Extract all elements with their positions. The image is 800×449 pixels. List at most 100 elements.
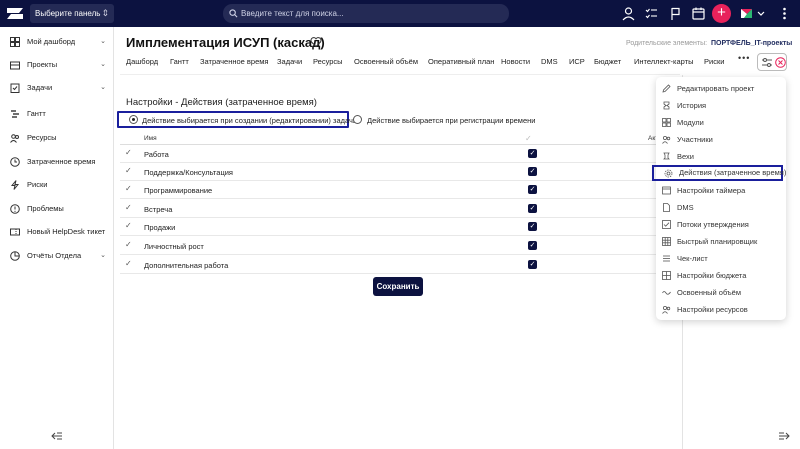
parent-elements-link[interactable]: ПОРТФЕЛЬ_IT-проекты	[711, 40, 792, 47]
tab-operational-plan[interactable]: Оперативный план	[428, 57, 494, 66]
sidebar-item-risks[interactable]: Риски	[0, 175, 114, 195]
chevron-updown-icon: ⇕	[101, 8, 109, 18]
helpdesk-icon	[10, 228, 20, 236]
sidebar-item-time-spent[interactable]: Затраченное время	[0, 152, 114, 172]
tab-risks[interactable]: Риски	[704, 57, 724, 66]
menu-item-earned-value[interactable]: Освоенный объём	[656, 284, 786, 301]
menu-item-actions-time-spent[interactable]: Действия (затраченное время)	[652, 165, 786, 181]
save-button[interactable]: Сохранить	[373, 277, 423, 296]
table-row[interactable]: ✓ Поддержка/Консультация ✓	[120, 163, 660, 181]
close-icon	[775, 57, 786, 68]
tab-dashboard[interactable]: Дашборд	[126, 57, 158, 66]
menu-item-modules[interactable]: Модули	[656, 114, 786, 131]
table-row[interactable]: ✓ Дополнительная работа ✓	[120, 256, 660, 274]
menu-item-milestones[interactable]: Вехи	[656, 148, 786, 165]
row-name: Программирование	[144, 186, 213, 195]
menu-item-label: DMS	[677, 203, 694, 212]
active-checkbox[interactable]: ✓	[528, 167, 537, 176]
sidebar-item-resources[interactable]: Ресурсы	[0, 128, 114, 148]
tasks-icon	[10, 83, 20, 93]
checkmark-icon: ✓	[125, 166, 132, 175]
flag-icon[interactable]	[667, 5, 684, 22]
sidebar-item-label: Ресурсы	[27, 133, 57, 142]
expand-panel-icon[interactable]	[778, 431, 790, 441]
tab-budget[interactable]: Бюджет	[594, 57, 621, 66]
chevron-down-icon: ⌄	[100, 252, 106, 259]
tab-wbs[interactable]: ИСР	[569, 57, 585, 66]
sidebar-item-label: Проекты	[27, 60, 58, 69]
sidebar-item-tasks[interactable]: Задачи ⌄	[0, 78, 114, 98]
page-title: Имплементация ИСУП (каскад)	[126, 35, 325, 50]
user-icon[interactable]	[620, 5, 637, 22]
active-checkbox[interactable]: ✓	[528, 185, 537, 194]
tasks-icon[interactable]	[643, 5, 660, 22]
table-row[interactable]: ✓ Программирование ✓	[120, 181, 660, 199]
table-row[interactable]: ✓ Личностный рост ✓	[120, 237, 660, 255]
table-row[interactable]: ✓ Встреча ✓	[120, 200, 660, 218]
radio-on-create[interactable]	[129, 115, 138, 124]
radio-on-time-registration-label[interactable]: Действие выбирается при регистрации врем…	[367, 116, 535, 125]
project-settings-button[interactable]	[757, 53, 787, 71]
row-name: Поддержка/Консультация	[144, 168, 233, 177]
menu-item-resource-settings[interactable]: Настройки ресурсов	[656, 301, 786, 318]
tab-earned-value[interactable]: Освоенный объём	[354, 57, 418, 66]
tab-mind-maps[interactable]: Интеллект-карты	[634, 57, 693, 66]
tab-resources[interactable]: Ресурсы	[313, 57, 343, 66]
sidebar-item-helpdesk[interactable]: Новый HelpDesk тикет	[0, 222, 114, 242]
active-checkbox[interactable]: ✓	[528, 260, 537, 269]
menu-item-participants[interactable]: Участники	[656, 131, 786, 148]
sidebar: Мой дашборд ⌄ Проекты ⌄ Задачи ⌄ Гантт Р…	[0, 27, 114, 449]
sidebar-item-dashboard[interactable]: Мой дашборд ⌄	[0, 32, 114, 52]
sidebar-item-label: Гантт	[27, 109, 46, 118]
heart-icon[interactable]	[310, 36, 322, 48]
active-checkbox[interactable]: ✓	[528, 204, 537, 213]
collapse-sidebar-icon[interactable]	[51, 431, 63, 441]
gantt-icon	[11, 110, 19, 118]
checkmark-icon: ✓	[125, 221, 132, 230]
sidebar-item-label: Риски	[27, 180, 48, 189]
search-input[interactable]: Введите текст для поиска...	[223, 4, 509, 23]
budget-icon	[662, 271, 671, 280]
history-icon	[663, 101, 670, 110]
tab-gantt[interactable]: Гантт	[170, 57, 189, 66]
active-checkbox[interactable]: ✓	[528, 222, 537, 231]
menu-item-timer-settings[interactable]: Настройки таймера	[656, 182, 786, 199]
tab-dms[interactable]: DMS	[541, 57, 558, 66]
radio-on-time-registration[interactable]	[353, 115, 362, 124]
tab-time-spent[interactable]: Затраченное время	[200, 57, 268, 66]
sidebar-item-projects[interactable]: Проекты ⌄	[0, 55, 114, 75]
more-vertical-icon[interactable]	[776, 5, 793, 22]
column-header-name[interactable]: Имя	[144, 135, 157, 142]
tab-tasks[interactable]: Задачи	[277, 57, 302, 66]
sidebar-item-gantt[interactable]: Гантт	[0, 104, 114, 124]
tab-news[interactable]: Новости	[501, 57, 530, 66]
menu-item-quick-planner[interactable]: Быстрый планировщик	[656, 233, 786, 250]
calendar-icon[interactable]	[690, 5, 707, 22]
menu-item-history[interactable]: История	[656, 97, 786, 114]
clock-icon	[10, 157, 20, 167]
panel-select[interactable]: Выберите панель ⇕	[30, 4, 114, 23]
menu-item-checklist[interactable]: Чек-лист	[656, 250, 786, 267]
chevron-down-icon[interactable]	[756, 5, 766, 22]
table-row[interactable]: ✓ Продажи ✓	[120, 218, 660, 236]
sidebar-item-problems[interactable]: Проблемы	[0, 199, 114, 219]
table-row[interactable]: ✓ Работа ✓	[120, 145, 660, 163]
more-tabs-button[interactable]: •••	[738, 53, 750, 63]
sidebar-item-reports[interactable]: Отчёты Отдела ⌄	[0, 246, 114, 266]
brand-icon[interactable]	[738, 5, 755, 22]
active-checkbox[interactable]: ✓	[528, 241, 537, 250]
menu-item-budget-settings[interactable]: Настройки бюджета	[656, 267, 786, 284]
radio-on-create-label[interactable]: Действие выбирается при создании (редакт…	[142, 116, 357, 125]
menu-item-label: Настройки таймера	[677, 186, 746, 195]
table-header: Имя ✓ Акт	[120, 131, 660, 145]
logo-icon[interactable]	[5, 6, 25, 21]
participants-icon	[662, 135, 671, 144]
chevron-down-icon: ⌄	[100, 38, 106, 45]
parent-elements-label: Родительские элементы:	[626, 40, 708, 47]
active-checkbox[interactable]: ✓	[528, 149, 537, 158]
menu-item-edit-project[interactable]: Редактировать проект	[656, 80, 786, 97]
menu-item-approval-flows[interactable]: Потоки утверждения	[656, 216, 786, 233]
row-name: Продажи	[144, 223, 176, 232]
menu-item-dms[interactable]: DMS	[656, 199, 786, 216]
plus-icon[interactable]: +	[712, 4, 731, 23]
